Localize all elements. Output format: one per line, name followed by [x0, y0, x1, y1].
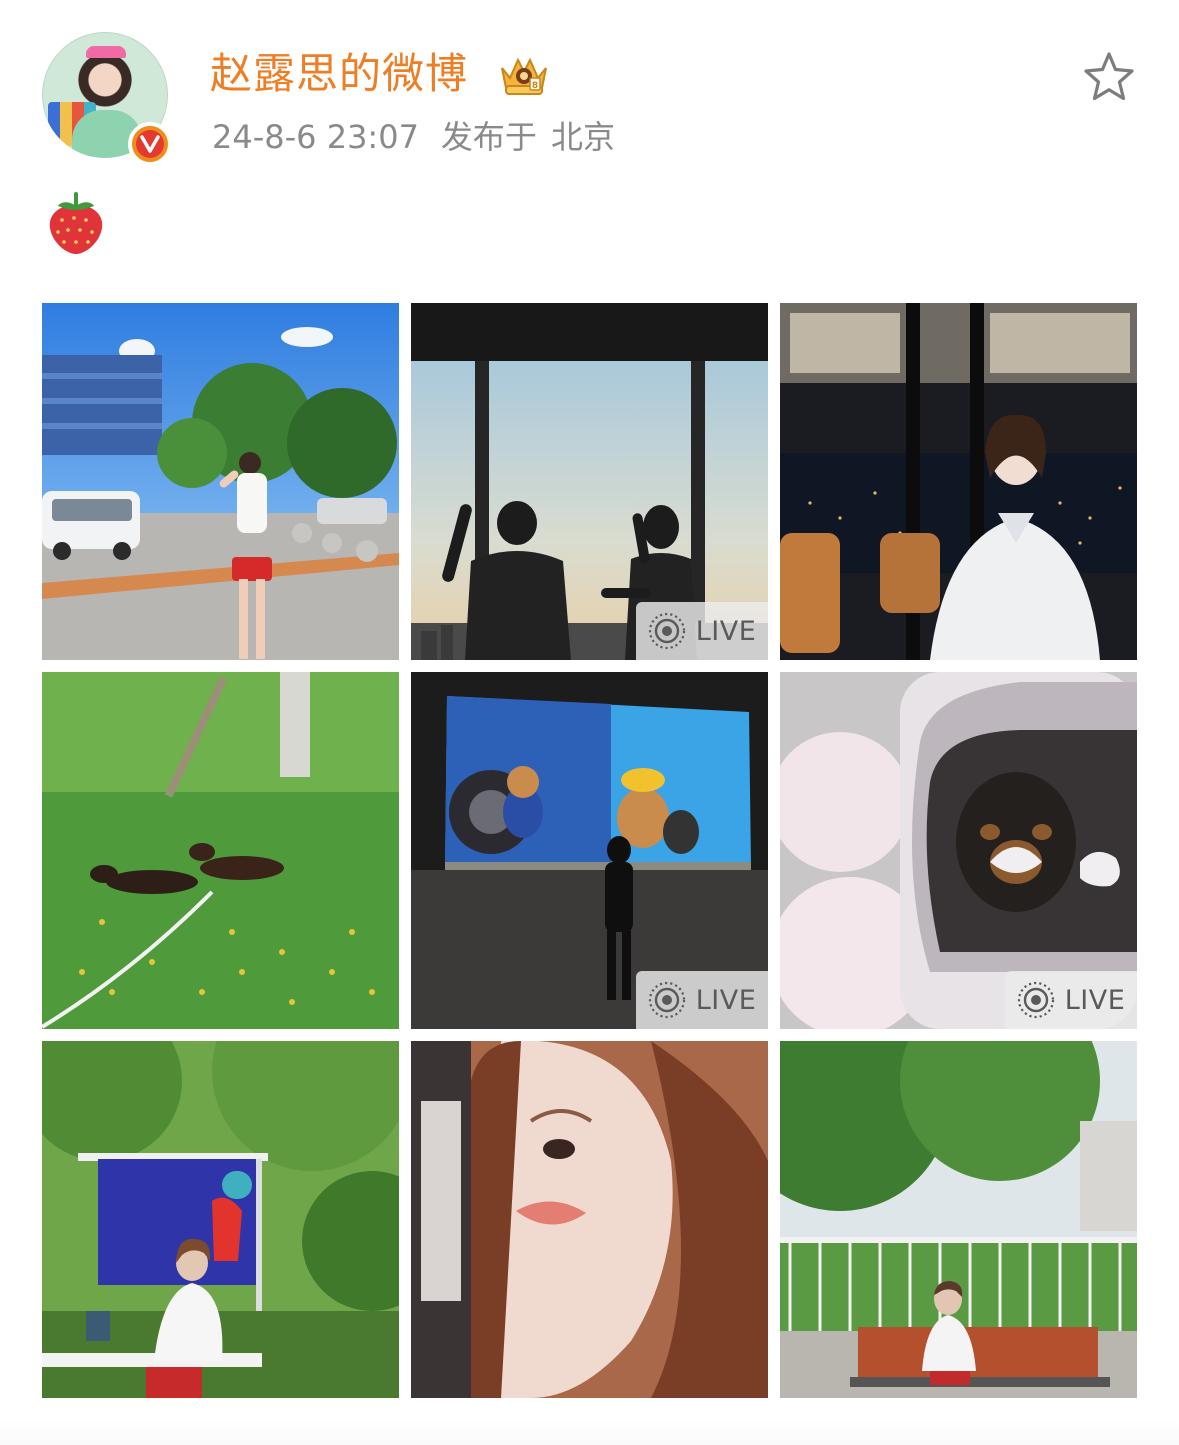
photo-paris-2024-banner-image: [42, 1041, 399, 1398]
photo-night-office-portrait-image: [780, 303, 1137, 660]
live-photo-icon: [648, 981, 685, 1019]
verified-v-icon-inner: [136, 130, 164, 158]
strawberry-emoji: [49, 192, 103, 254]
live-label: LIVE: [695, 984, 757, 1016]
photo-street-red-shorts[interactable]: [42, 303, 399, 660]
photo-dog-pet-carrier[interactable]: LIVE: [780, 672, 1137, 1029]
crown-member-icon[interactable]: 8: [496, 48, 552, 98]
photo-paris-2024-banner[interactable]: [42, 1041, 399, 1398]
star-outline-icon[interactable]: [1082, 50, 1136, 104]
live-badge: LIVE: [636, 602, 768, 660]
live-badge: LIVE: [1005, 971, 1137, 1029]
bottom-fade: [0, 1420, 1179, 1445]
photo-window-silhouettes[interactable]: LIVE: [411, 303, 768, 660]
live-photo-icon: [1017, 981, 1054, 1019]
photo-dachshunds-grass-image: [42, 672, 399, 1029]
image-grid: LIVE LIVE LIVE: [42, 303, 1137, 1398]
live-photo-icon: [648, 612, 685, 650]
photo-selfie-closeup-image: [411, 1041, 768, 1398]
photo-dachshunds-grass[interactable]: [42, 672, 399, 1029]
post-location: 北京: [550, 118, 615, 156]
photo-bench-garden[interactable]: [780, 1041, 1137, 1398]
verified-v-icon: [128, 122, 172, 166]
photo-projection-cartoon[interactable]: LIVE: [411, 672, 768, 1029]
svg-text:8: 8: [532, 81, 538, 91]
photo-bench-garden-image: [780, 1041, 1137, 1398]
post-timestamp: 24-8-6 23:07: [212, 118, 419, 156]
post-meta: 24-8-6 23:07 发布于 北京: [212, 114, 615, 160]
avatar-visor: [86, 46, 126, 58]
location-prefix: 发布于: [440, 118, 537, 156]
live-label: LIVE: [695, 615, 757, 647]
v-glyph-icon: [140, 135, 160, 153]
live-badge: LIVE: [636, 971, 768, 1029]
author-name[interactable]: 赵露思的微博: [210, 46, 468, 102]
photo-street-red-shorts-image: [42, 303, 399, 660]
live-label: LIVE: [1064, 984, 1126, 1016]
photo-selfie-closeup[interactable]: [411, 1041, 768, 1398]
photo-night-office-portrait[interactable]: [780, 303, 1137, 660]
